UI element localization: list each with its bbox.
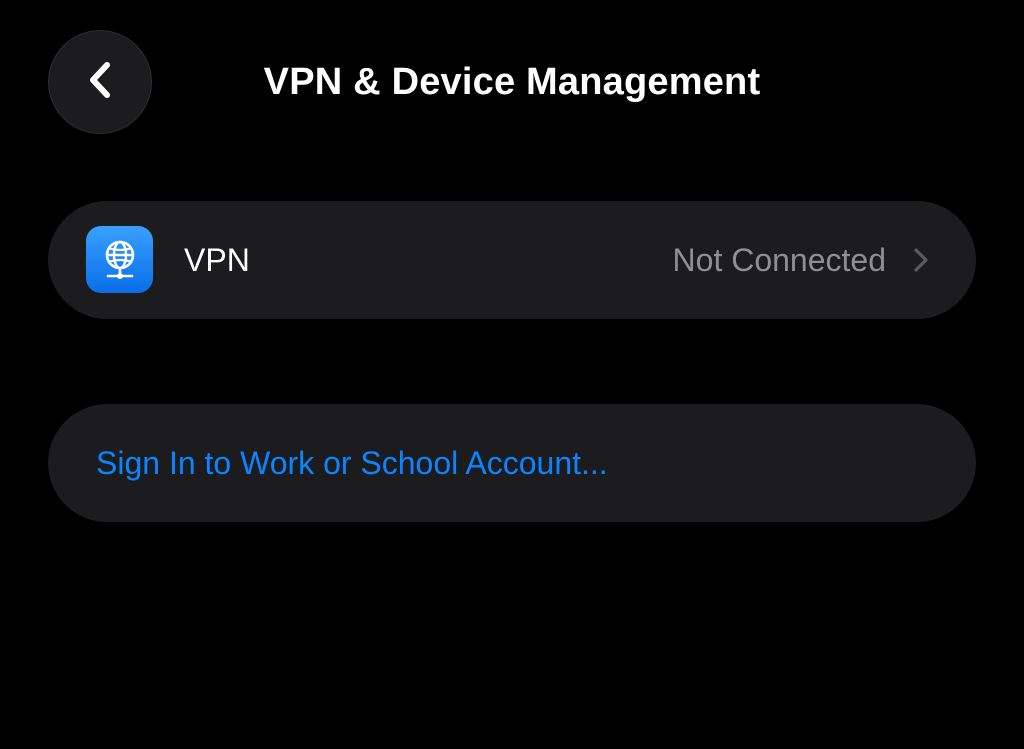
globe-network-icon [86, 226, 153, 293]
vpn-status: Not Connected [672, 242, 886, 278]
vpn-row[interactable]: VPN Not Connected [48, 201, 976, 319]
chevron-right-icon [912, 246, 930, 274]
sign-in-work-school-link[interactable]: Sign In to Work or School Account... [96, 442, 608, 484]
vpn-group: VPN Not Connected [48, 201, 976, 319]
account-group: Sign In to Work or School Account... [48, 404, 976, 522]
page-title: VPN & Device Management [263, 61, 761, 103]
vpn-label: VPN [184, 242, 250, 278]
sign-in-row[interactable]: Sign In to Work or School Account... [48, 404, 976, 522]
